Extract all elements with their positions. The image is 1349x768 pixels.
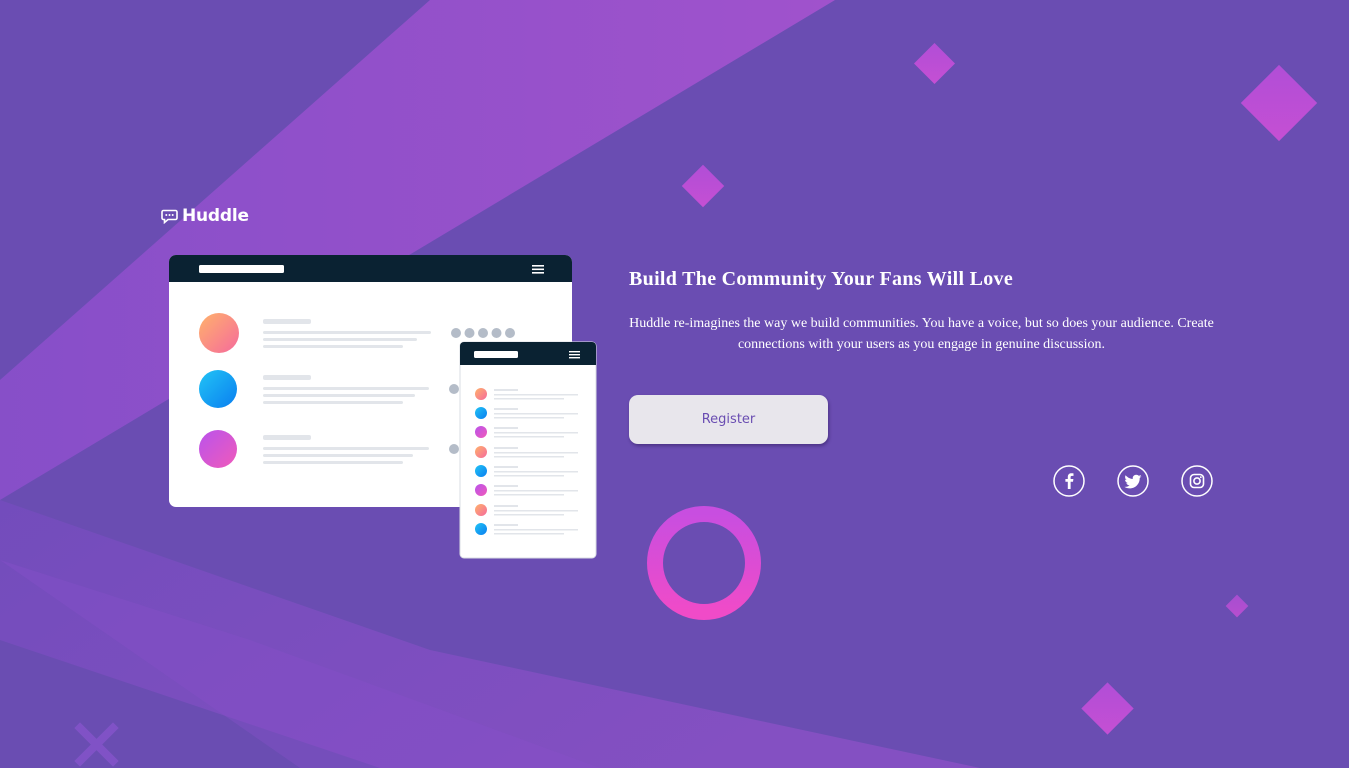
chat-bubble-icon [161, 209, 178, 224]
register-button[interactable]: Register [629, 395, 828, 444]
social-links [1053, 465, 1213, 497]
facebook-icon[interactable] [1053, 465, 1085, 497]
instagram-icon[interactable] [1181, 465, 1213, 497]
brand-name: Huddle [182, 206, 249, 226]
hero-headline: Build The Community Your Fans Will Love [629, 268, 1014, 290]
twitter-icon[interactable] [1117, 465, 1149, 497]
mobile-window [459, 341, 597, 559]
hero-description: Huddle re-imagines the way we build comm… [629, 316, 1214, 352]
app-mockup-illustration [160, 250, 610, 570]
brand-logo[interactable]: Huddle [161, 205, 249, 227]
